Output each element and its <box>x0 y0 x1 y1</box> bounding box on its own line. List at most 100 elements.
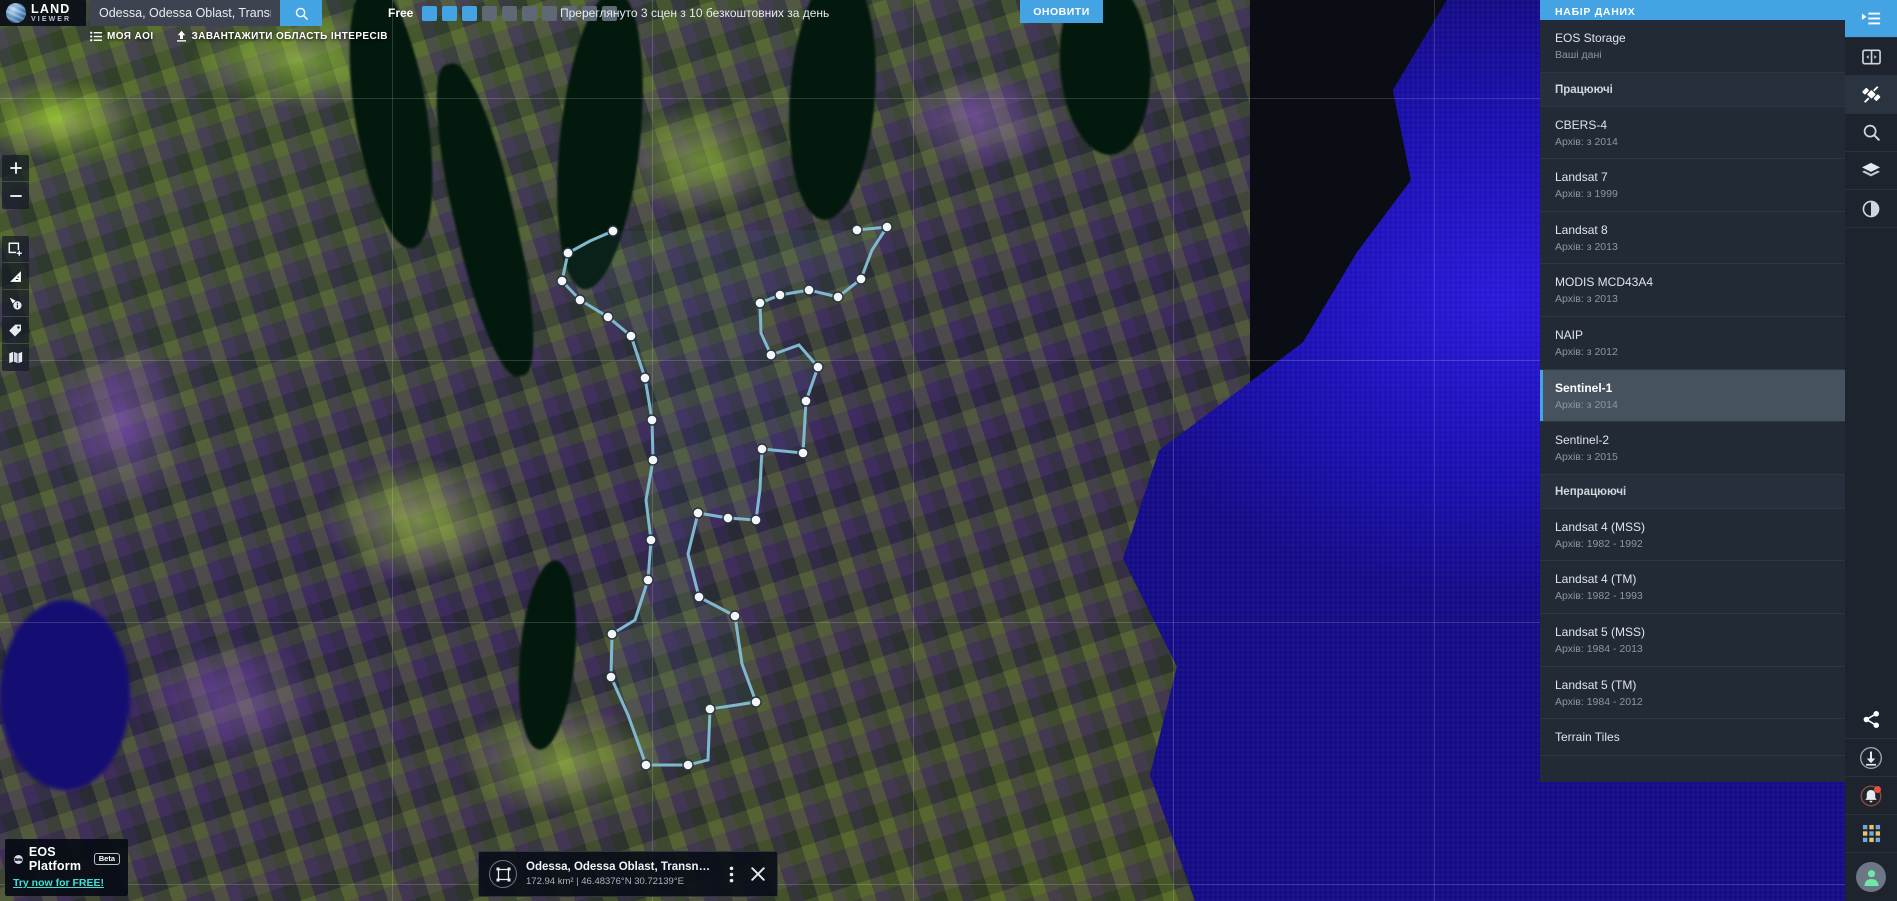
dataset-name: EOS Storage <box>1555 31 1830 46</box>
zoom-in-button[interactable] <box>2 155 29 182</box>
map-gridline <box>392 0 393 901</box>
add-aoi-button[interactable] <box>2 236 29 263</box>
search-button[interactable] <box>280 0 322 26</box>
search-input[interactable] <box>90 0 280 26</box>
aoi-bounds-icon <box>489 860 517 888</box>
dataset-name: Landsat 5 (MSS) <box>1555 625 1830 640</box>
dataset-item[interactable]: NAIPАрхів: з 2012 <box>1540 317 1845 370</box>
satellite-button[interactable] <box>1845 76 1897 114</box>
quota-slot <box>502 6 517 21</box>
map-gridline <box>0 884 1897 885</box>
eos-platform-badge[interactable]: EOS Platform Beta Try now for FREE! <box>5 839 128 896</box>
eos-title: EOS Platform <box>29 845 89 873</box>
datasets-panel: НАБІР ДАНИХ EOS Storage Ваші дані Працюючі… <box>1540 0 1845 782</box>
toggle-panel-button[interactable] <box>1845 0 1897 38</box>
dataset-item[interactable]: Landsat 7Архів: з 1999 <box>1540 159 1845 212</box>
dataset-name: Landsat 4 (TM) <box>1555 572 1830 587</box>
zoom-out-button[interactable] <box>2 182 29 209</box>
upgrade-button[interactable]: ОНОВИТИ <box>1020 0 1103 23</box>
dataset-item[interactable]: CBERS-4 Архів: з 2014 <box>1540 107 1845 160</box>
datasets-group-header: Непрацюючі <box>1540 475 1845 509</box>
dataset-item[interactable]: Landsat 4 (MSS)Архів: 1982 - 1992 <box>1540 509 1845 562</box>
my-aoi-button[interactable]: МОЯ AOI <box>90 31 154 42</box>
upload-aoi-label: ЗАВАНТАЖИТИ ОБЛАСТЬ ІНТЕРЕСІВ <box>192 31 388 42</box>
layers-button[interactable] <box>1845 152 1897 190</box>
download-icon <box>1859 746 1883 770</box>
quota-slot <box>522 6 537 21</box>
dataset-name: Landsat 7 <box>1555 170 1830 185</box>
map-water-body <box>0 600 130 790</box>
datasets-group-header: Працюючі <box>1540 73 1845 107</box>
quota-slot <box>462 6 477 21</box>
aoi-toolbar: МОЯ AOI ЗАВАНТАЖИТИ ОБЛАСТЬ ІНТЕРЕСІВ <box>90 30 388 42</box>
more-vertical-icon <box>729 866 734 883</box>
dataset-name: Landsat 4 (MSS) <box>1555 520 1830 535</box>
notifications-button[interactable] <box>1845 777 1897 815</box>
map-gridline <box>1434 0 1435 901</box>
apps-grid-button[interactable] <box>1845 815 1897 853</box>
dataset-item[interactable]: Landsat 4 (TM) Архів: 1982 - 1993 <box>1540 561 1845 614</box>
map-tools <box>2 236 29 371</box>
measure-button[interactable] <box>2 263 29 290</box>
dataset-archive-range: Ваші дані <box>1555 49 1830 62</box>
tag-button[interactable] <box>2 317 29 344</box>
search-scenes-button[interactable] <box>1845 114 1897 152</box>
satellite-icon <box>1861 84 1882 105</box>
user-avatar[interactable] <box>1845 853 1897 901</box>
right-toolbar <box>1845 0 1897 901</box>
notification-badge <box>1874 786 1881 793</box>
zoom-controls <box>2 155 29 209</box>
datasets-list[interactable]: EOS Storage Ваші дані Працюючі CBERS-4 Архів… <box>1540 20 1845 782</box>
quota-slot <box>482 6 497 21</box>
dataset-archive-range: Архів: з 2013 <box>1555 293 1830 306</box>
aoi-menu-button[interactable] <box>722 866 740 883</box>
dataset-name: CBERS-4 <box>1555 118 1830 133</box>
dataset-item[interactable]: MODIS MCD43A4 Архів: з 2013 <box>1540 264 1845 317</box>
dataset-item[interactable]: Landsat 5 (MSS)Архів: 1984 - 2013 <box>1540 614 1845 667</box>
upload-icon <box>176 30 187 42</box>
ruler-triangle-icon <box>8 269 23 284</box>
dataset-item[interactable]: Terrain Tiles <box>1540 719 1845 756</box>
datasets-panel-title: НАБІР ДАНИХ <box>1540 0 1845 20</box>
download-button[interactable] <box>1845 739 1897 777</box>
basemap-button[interactable] <box>2 344 29 371</box>
layers-icon <box>1861 162 1881 180</box>
dataset-item[interactable]: Landsat 5 (TM)Архів: 1984 - 2012 <box>1540 667 1845 720</box>
aoi-close-button[interactable] <box>749 866 767 882</box>
dataset-item[interactable]: EOS Storage Ваші дані <box>1540 20 1845 73</box>
search-icon <box>1862 123 1881 142</box>
dataset-archive-range: Архів: з 2014 <box>1555 399 1830 412</box>
beta-tag: Beta <box>94 853 120 865</box>
split-view-button[interactable] <box>1845 38 1897 76</box>
upload-aoi-button[interactable]: ЗАВАНТАЖИТИ ОБЛАСТЬ ІНТЕРЕСІВ <box>176 30 388 42</box>
quota-slot <box>542 6 557 21</box>
map-gridline <box>652 0 653 901</box>
quota-slot <box>422 6 437 21</box>
contrast-button[interactable] <box>1845 190 1897 228</box>
tag-icon <box>8 323 23 338</box>
dataset-item[interactable]: Sentinel-2Архів: з 2015 <box>1540 422 1845 475</box>
bounds-icon <box>496 867 511 882</box>
dataset-name: Landsat 8 <box>1555 223 1830 238</box>
app-logo[interactable]: LAND VIEWER <box>0 0 86 26</box>
dataset-archive-range: Архів: з 2014 <box>1555 136 1830 149</box>
globe-icon <box>6 3 26 23</box>
dataset-archive-range: Архів: 1982 - 1993 <box>1555 590 1830 603</box>
scenes-viewed-text: Пререглянуто 3 сцен з 10 безкоштовних за… <box>560 0 829 26</box>
info-pin-button[interactable] <box>2 290 29 317</box>
list-icon <box>90 31 102 42</box>
aoi-title: Odessa, Odessa Oblast, Transnistria, M… <box>526 861 713 873</box>
share-button[interactable] <box>1845 701 1897 739</box>
eos-cta-link[interactable]: Try now for FREE! <box>13 877 120 889</box>
close-icon <box>750 866 766 882</box>
eos-globe-icon <box>13 852 24 867</box>
user-icon <box>1862 868 1881 887</box>
dataset-item[interactable]: Sentinel-1 Архів: з 2014 <box>1540 370 1845 423</box>
dataset-name: Sentinel-1 <box>1555 381 1830 396</box>
dataset-item[interactable]: Landsat 8Архів: з 2013 <box>1540 212 1845 265</box>
map-icon <box>8 350 23 365</box>
map-gridline <box>1173 0 1174 901</box>
search-icon <box>294 6 309 21</box>
dataset-name: MODIS MCD43A4 <box>1555 275 1830 290</box>
dataset-name: Terrain Tiles <box>1555 730 1830 745</box>
